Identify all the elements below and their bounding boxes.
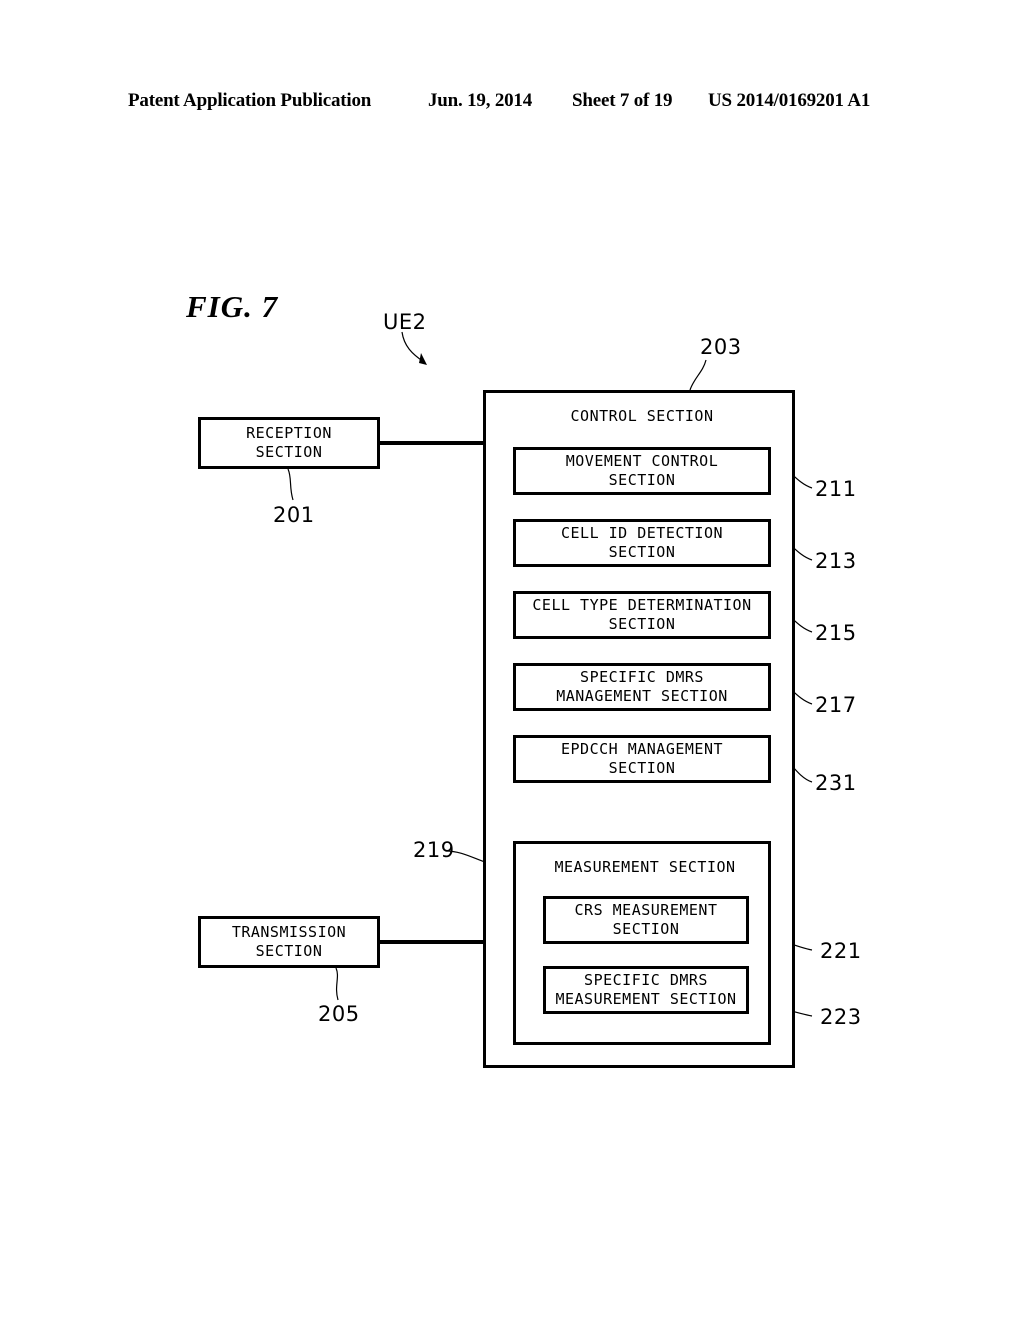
cell-type-determination-section-label: CELL TYPE DETERMINATION SECTION (532, 596, 752, 633)
ref-number-231: 231 (815, 771, 857, 795)
ref-number-203: 203 (700, 335, 742, 359)
ue2-label: UE2 (383, 310, 427, 334)
figure-label: FIG. 7 (186, 289, 279, 324)
ref-number-223: 223 (820, 1005, 862, 1029)
cell-type-determination-section-box: CELL TYPE DETERMINATION SECTION (513, 591, 771, 639)
crs-measurement-section-box: CRS MEASUREMENT SECTION (543, 896, 749, 944)
ref-number-217: 217 (815, 693, 857, 717)
ref-number-215: 215 (815, 621, 857, 645)
ref-number-201: 201 (273, 503, 315, 527)
page-header: Patent Application Publication Jun. 19, … (0, 86, 1024, 116)
ref-number-213: 213 (815, 549, 857, 573)
transmission-section-box: TRANSMISSION SECTION (198, 916, 380, 968)
ref-number-211: 211 (815, 477, 857, 501)
header-publication-text: Patent Application Publication (128, 90, 372, 111)
crs-measurement-section-label: CRS MEASUREMENT SECTION (574, 901, 718, 938)
cell-id-detection-section-label: CELL ID DETECTION SECTION (560, 524, 724, 561)
measurement-section-title: MEASUREMENT SECTION (554, 858, 736, 876)
cell-id-detection-section-box: CELL ID DETECTION SECTION (513, 519, 771, 567)
movement-control-section-box: MOVEMENT CONTROL SECTION (513, 447, 771, 495)
ref-number-219: 219 (413, 838, 455, 862)
specific-dmrs-measurement-section-box: SPECIFIC DMRS MEASUREMENT SECTION (543, 966, 749, 1014)
reception-section-label: RECEPTION SECTION (246, 424, 332, 461)
specific-dmrs-management-section-box: SPECIFIC DMRS MANAGEMENT SECTION (513, 663, 771, 711)
measurement-section-box: MEASUREMENT SECTION CRS MEASUREMENT SECT… (513, 841, 771, 1045)
control-section-box: CONTROL SECTION MOVEMENT CONTROL SECTION… (483, 390, 795, 1068)
header-sheet-text: Sheet 7 of 19 (572, 90, 673, 111)
specific-dmrs-measurement-section-label: SPECIFIC DMRS MEASUREMENT SECTION (555, 971, 737, 1008)
ref-number-221: 221 (820, 939, 862, 963)
transmission-section-label: TRANSMISSION SECTION (231, 923, 347, 960)
epdcch-management-section-box: EPDCCH MANAGEMENT SECTION (513, 735, 771, 783)
specific-dmrs-management-section-label: SPECIFIC DMRS MANAGEMENT SECTION (556, 668, 728, 705)
movement-control-section-label: MOVEMENT CONTROL SECTION (565, 452, 719, 489)
header-date-text: Jun. 19, 2014 (428, 90, 533, 111)
ref-number-205: 205 (318, 1002, 360, 1026)
header-patent-number: US 2014/0169201 A1 (708, 90, 871, 111)
reception-section-box: RECEPTION SECTION (198, 417, 380, 469)
control-section-title: CONTROL SECTION (570, 407, 714, 425)
epdcch-management-section-label: EPDCCH MANAGEMENT SECTION (560, 740, 724, 777)
